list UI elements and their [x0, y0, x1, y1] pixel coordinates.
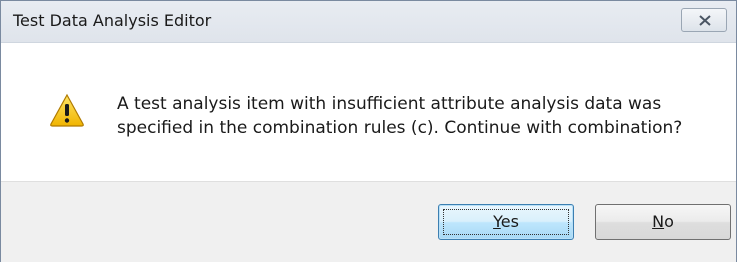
dialog-content: A test analysis item with insufficient a… — [1, 43, 736, 181]
no-button[interactable]: No — [595, 204, 731, 240]
warning-icon — [50, 93, 84, 127]
no-mnemonic: N — [652, 212, 665, 231]
no-label: o — [664, 212, 674, 231]
focus-rect — [443, 209, 569, 235]
button-bar: Yes No — [1, 181, 736, 262]
close-icon — [699, 15, 711, 26]
close-button[interactable] — [681, 8, 727, 32]
message-dialog: Test Data Analysis Editor A test analysi… — [0, 0, 737, 262]
message-text: A test analysis item with insufficient a… — [117, 94, 683, 138]
yes-button[interactable]: Yes — [438, 204, 574, 240]
window-title: Test Data Analysis Editor — [13, 11, 212, 30]
title-bar[interactable]: Test Data Analysis Editor — [1, 1, 736, 43]
